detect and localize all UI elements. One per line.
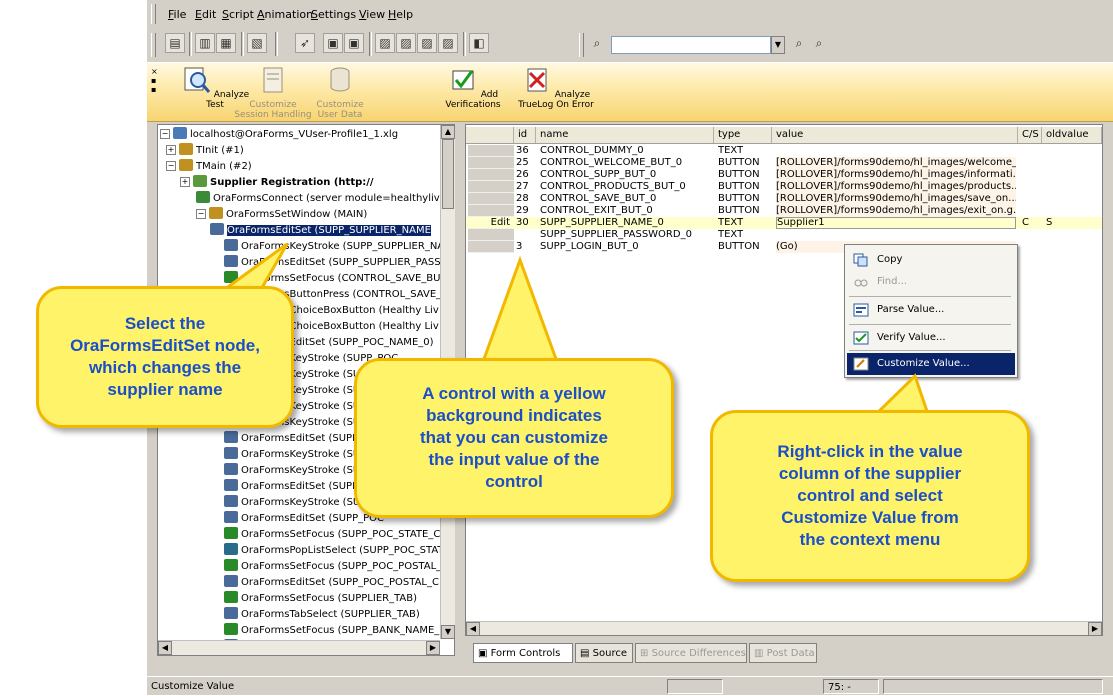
middle-callout-pointer [477, 255, 563, 372]
callout-yellow-background: A control with a yellow background indic… [354, 358, 674, 518]
callout-right-click: Right-click in the value column of the s… [710, 410, 1030, 582]
callout-select-node: Select the OraFormsEditSet node, which c… [36, 286, 294, 428]
